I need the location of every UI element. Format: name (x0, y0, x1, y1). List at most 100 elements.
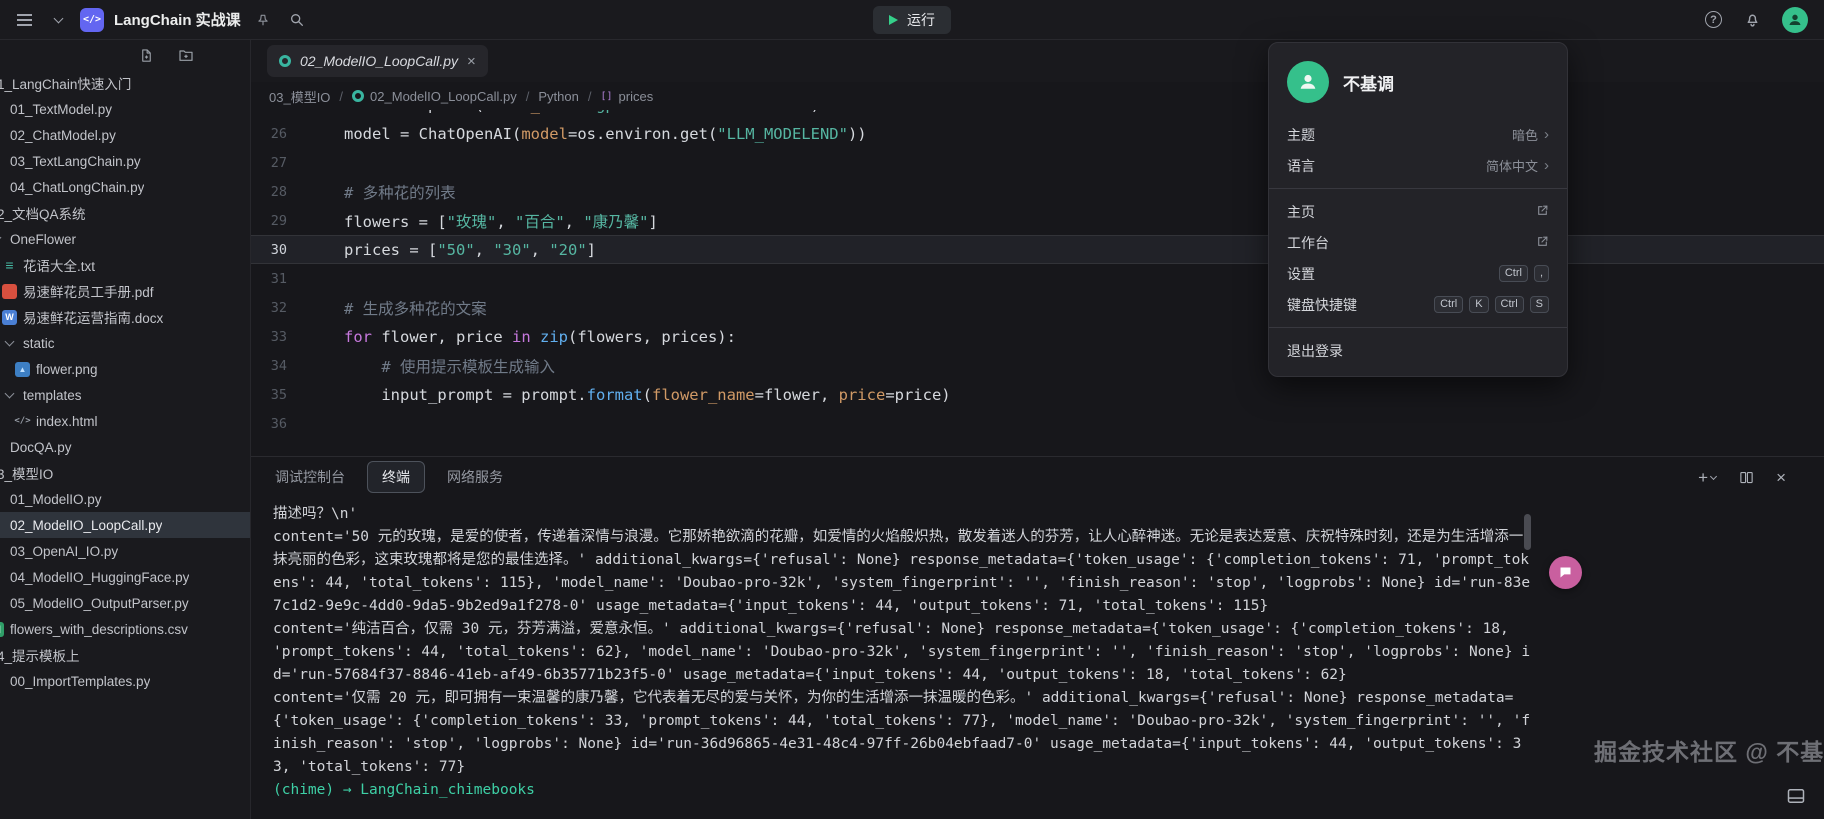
menu-item-label: 工作台 (1287, 233, 1329, 253)
txt-file-icon: ≡ (2, 258, 17, 273)
panel-tabs: 调试控制台终端网络服务 (273, 461, 505, 493)
tree-item-file[interactable]: 05_ModelIO_OutputParser.py (0, 590, 250, 616)
new-terminal-button[interactable]: + (1698, 469, 1716, 486)
menu-divider (1269, 327, 1567, 328)
tree-item-file[interactable]: 04_ModelIO_HuggingFace.py (0, 564, 250, 590)
breadcrumb-item[interactable]: Python (538, 89, 578, 104)
sidebar-header (0, 40, 250, 70)
chevron-right-icon: › (1544, 157, 1549, 174)
code-text: model = OpenAI(model_name="gpt-3.5-turbo… (310, 110, 820, 114)
file-name: 04_ModelIO_HuggingFace.py (10, 570, 189, 585)
search-icon[interactable] (285, 8, 309, 32)
menu-item-logout[interactable]: 退出登录 (1269, 335, 1567, 366)
breadcrumb-separator: / (588, 89, 592, 104)
file-tree: 1_LangChain快速入门 01_TextModel.py 02_ChatMod… (0, 70, 250, 819)
terminal-scrollbar[interactable] (1524, 514, 1531, 550)
menu-item-extra (1536, 204, 1549, 220)
tree-item-file[interactable]: 03_TextLangChain.py (0, 148, 250, 174)
toggle-panel-icon[interactable] (1786, 786, 1806, 809)
tab-close-icon[interactable]: × (467, 54, 476, 69)
tree-item-file[interactable]: 02_ChatModel.py (0, 122, 250, 148)
panel-actions: + × (1698, 465, 1786, 489)
tree-item-file[interactable]: ▲flower.png (15, 356, 250, 382)
run-button[interactable]: 运行 (873, 6, 951, 34)
user-avatar[interactable] (1782, 7, 1808, 33)
code-text: model = ChatOpenAI(model=os.environ.get(… (310, 125, 867, 143)
tab-title: 02_ModelIO_LoopCall.py (300, 53, 458, 69)
code-line: 34 # 使用提示模板生成输入 (251, 351, 1824, 380)
tree-item-folder[interactable]: static (2, 330, 250, 356)
file-name: static (23, 336, 55, 351)
new-file-icon[interactable] (134, 43, 158, 67)
terminal-line: (chime) → LangChain_chimebooks (273, 779, 1533, 802)
tree-item-file[interactable]: DocQA.py (0, 434, 250, 460)
file-name: 1_LangChain快速入门 (0, 73, 131, 93)
symbol-icon: [] (601, 91, 613, 102)
code-text: prices = ["50", "30", "20"] (310, 241, 596, 259)
breadcrumb-item[interactable]: [] prices (601, 89, 654, 104)
panel-tab[interactable]: 调试控制台 (273, 462, 347, 492)
menu-item-shortcuts[interactable]: 键盘快捷键CtrlKCtrlS (1269, 289, 1567, 320)
split-panel-icon[interactable] (1734, 465, 1758, 489)
docx-file-icon: W (2, 310, 17, 325)
tree-item-file[interactable]: ▦flowers_with_descriptions.csv (0, 616, 250, 642)
pin-icon[interactable] (251, 8, 275, 32)
file-name: 02_ChatModel.py (10, 128, 116, 143)
new-folder-icon[interactable] (174, 43, 198, 67)
chevron-down-icon[interactable] (46, 8, 70, 32)
help-icon[interactable]: ? (1705, 11, 1722, 28)
tree-item-folder[interactable]: 4_提示模板上 (0, 642, 250, 668)
tree-item-file[interactable]: W易速鲜花运营指南.docx (2, 304, 250, 330)
breadcrumb-item[interactable]: 02_ModelIO_LoopCall.py (352, 89, 517, 104)
tree-item-file[interactable]: </>index.html (15, 408, 250, 434)
notifications-bell-icon[interactable] (1740, 8, 1764, 32)
tree-item-file[interactable]: 00_ImportTemplates.py (0, 668, 250, 694)
tree-item-folder[interactable]: OneFlower (0, 226, 250, 252)
breadcrumb-separator: / (526, 89, 530, 104)
tree-item-folder[interactable]: 3_模型IO (0, 460, 250, 486)
tree-item-file[interactable]: 01_TextModel.py (0, 96, 250, 122)
code-text: input_prompt = prompt.format(flower_name… (310, 386, 951, 404)
tree-item-file[interactable]: 02_ModelIO_LoopCall.py (0, 512, 250, 538)
code-line: 26model = ChatOpenAI(model=os.environ.ge… (251, 119, 1824, 148)
code-line: 30prices = ["50", "30", "20"] (251, 235, 1824, 264)
file-name: templates (23, 388, 82, 403)
menu-item-home[interactable]: 主页 (1269, 196, 1567, 227)
menu-item-extra: Ctrl, (1499, 265, 1549, 282)
tree-item-file[interactable]: 易速鲜花员工手册.pdf (2, 278, 250, 304)
feedback-floating-button[interactable] (1549, 556, 1582, 589)
terminal-output[interactable]: 描述吗？\n'content='50 元的玫瑰，是爱的使者，传递着深情与浪漫。它… (251, 497, 1824, 819)
file-name: 4_提示模板上 (0, 645, 80, 665)
menu-icon[interactable] (12, 8, 36, 32)
tree-item-file[interactable]: 03_OpenAI_IO.py (0, 538, 250, 564)
tree-item-file[interactable]: ≡花语大全.txt (2, 252, 250, 278)
breadcrumb-item[interactable]: 03_模型IO (269, 87, 330, 106)
menu-item-theme[interactable]: 主题暗色› (1269, 119, 1567, 150)
editor-tab[interactable]: 02_ModelIO_LoopCall.py × (267, 45, 488, 77)
menu-item-settings[interactable]: 设置 Ctrl, (1269, 258, 1567, 289)
menu-divider (1269, 188, 1567, 189)
menu-item-label: 设置 (1287, 264, 1315, 284)
line-number: 30 (251, 242, 310, 258)
code-text: # 生成多种花的文案 (310, 297, 487, 319)
menu-item-language[interactable]: 语言简体中文› (1269, 150, 1567, 181)
play-icon (889, 15, 898, 25)
external-link-icon (1536, 235, 1549, 251)
code-text: for flower, price in zip(flowers, prices… (310, 328, 736, 346)
tree-item-folder[interactable]: 2_文档QA系统 (0, 200, 250, 226)
menu-item-label: 键盘快捷键 (1287, 295, 1357, 315)
line-number: 32 (251, 300, 310, 316)
panel-tab[interactable]: 终端 (367, 461, 425, 493)
panel-tab[interactable]: 网络服务 (445, 462, 505, 492)
menu-item-workspace[interactable]: 工作台 (1269, 227, 1567, 258)
tree-item-folder[interactable]: 1_LangChain快速入门 (0, 70, 250, 96)
file-name: 01_ModelIO.py (10, 492, 102, 507)
keycap: Ctrl (1434, 296, 1463, 313)
file-name: 03_OpenAI_IO.py (10, 544, 118, 559)
tree-item-folder[interactable]: templates (2, 382, 250, 408)
code-editor[interactable]: 25model = OpenAI(model_name="gpt-3.5-tur… (251, 110, 1824, 456)
breadcrumb-label: prices (619, 89, 654, 104)
close-panel-icon[interactable]: × (1776, 469, 1786, 486)
tree-item-file[interactable]: 01_ModelIO.py (0, 486, 250, 512)
tree-item-file[interactable]: 04_ChatLongChain.py (0, 174, 250, 200)
